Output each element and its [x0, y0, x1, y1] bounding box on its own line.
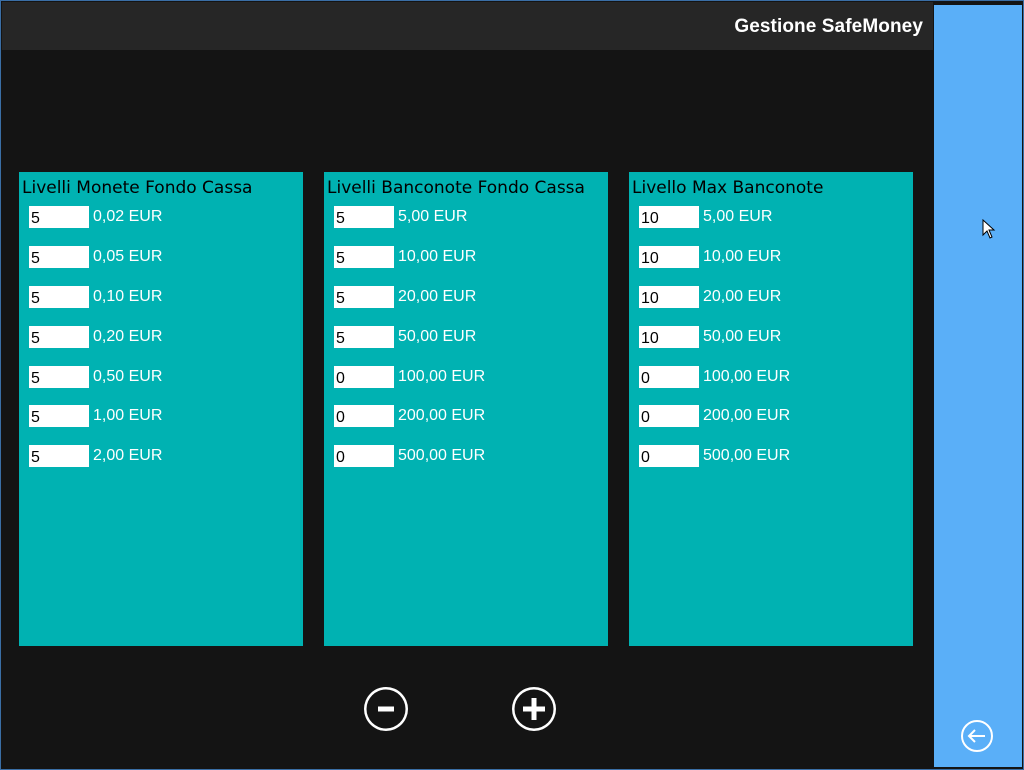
level-input[interactable]	[639, 286, 699, 308]
app-bar-right	[934, 5, 1022, 767]
denomination-label: 0,50 EUR	[93, 368, 163, 385]
level-input[interactable]	[334, 405, 394, 427]
denomination-label: 50,00 EUR	[398, 328, 477, 345]
denomination-label: 500,00 EUR	[398, 447, 486, 464]
level-input[interactable]	[29, 405, 89, 427]
denomination-label: 2,00 EUR	[93, 447, 163, 464]
panel-title: Livelli Banconote Fondo Cassa	[327, 178, 585, 198]
denomination-label: 5,00 EUR	[703, 208, 773, 225]
decrease-button[interactable]	[364, 687, 408, 731]
denomination-label: 50,00 EUR	[703, 328, 782, 345]
plus-circle-icon	[512, 687, 556, 731]
denomination-label: 200,00 EUR	[703, 407, 791, 424]
level-input[interactable]	[334, 286, 394, 308]
denomination-label: 5,00 EUR	[398, 208, 468, 225]
back-arrow-circle-icon	[961, 720, 993, 752]
increase-button[interactable]	[512, 687, 556, 731]
panel-max-banknotes: Livello Max Banconote 5,00 EUR 10,00 EUR…	[629, 172, 913, 646]
denomination-label: 100,00 EUR	[398, 368, 486, 385]
level-input[interactable]	[334, 366, 394, 388]
app-title: Gestione SafeMoney	[734, 16, 923, 37]
denomination-label: 0,05 EUR	[93, 248, 163, 265]
denomination-label: 20,00 EUR	[398, 288, 477, 305]
panel-coin-levels: Livelli Monete Fondo Cassa 0,02 EUR 0,05…	[19, 172, 303, 646]
level-input[interactable]	[639, 405, 699, 427]
denomination-label: 500,00 EUR	[703, 447, 791, 464]
level-input[interactable]	[334, 445, 394, 467]
denomination-label: 1,00 EUR	[93, 407, 163, 424]
denomination-label: 0,10 EUR	[93, 288, 163, 305]
denomination-label: 0,20 EUR	[93, 328, 163, 345]
panel-title: Livello Max Banconote	[632, 178, 824, 198]
level-input[interactable]	[639, 366, 699, 388]
level-input[interactable]	[29, 366, 89, 388]
level-input[interactable]	[639, 326, 699, 348]
denomination-label: 100,00 EUR	[703, 368, 791, 385]
denomination-label: 200,00 EUR	[398, 407, 486, 424]
panel-title: Livelli Monete Fondo Cassa	[22, 178, 253, 198]
app-window: Gestione SafeMoney Livelli Monete Fondo …	[0, 0, 1024, 770]
title-bar: Gestione SafeMoney	[2, 2, 933, 50]
level-input[interactable]	[29, 286, 89, 308]
denomination-label: 10,00 EUR	[703, 248, 782, 265]
denomination-label: 20,00 EUR	[703, 288, 782, 305]
level-input[interactable]	[29, 246, 89, 268]
level-input[interactable]	[639, 246, 699, 268]
denomination-label: 0,02 EUR	[93, 208, 163, 225]
level-input[interactable]	[639, 445, 699, 467]
level-input[interactable]	[334, 246, 394, 268]
minus-circle-icon	[364, 687, 408, 731]
level-input[interactable]	[29, 326, 89, 348]
panel-banknote-levels: Livelli Banconote Fondo Cassa 5,00 EUR 1…	[324, 172, 608, 646]
level-input[interactable]	[29, 445, 89, 467]
level-input[interactable]	[334, 206, 394, 228]
denomination-label: 10,00 EUR	[398, 248, 477, 265]
level-input[interactable]	[334, 326, 394, 348]
level-input[interactable]	[639, 206, 699, 228]
level-input[interactable]	[29, 206, 89, 228]
back-button[interactable]	[960, 719, 994, 753]
